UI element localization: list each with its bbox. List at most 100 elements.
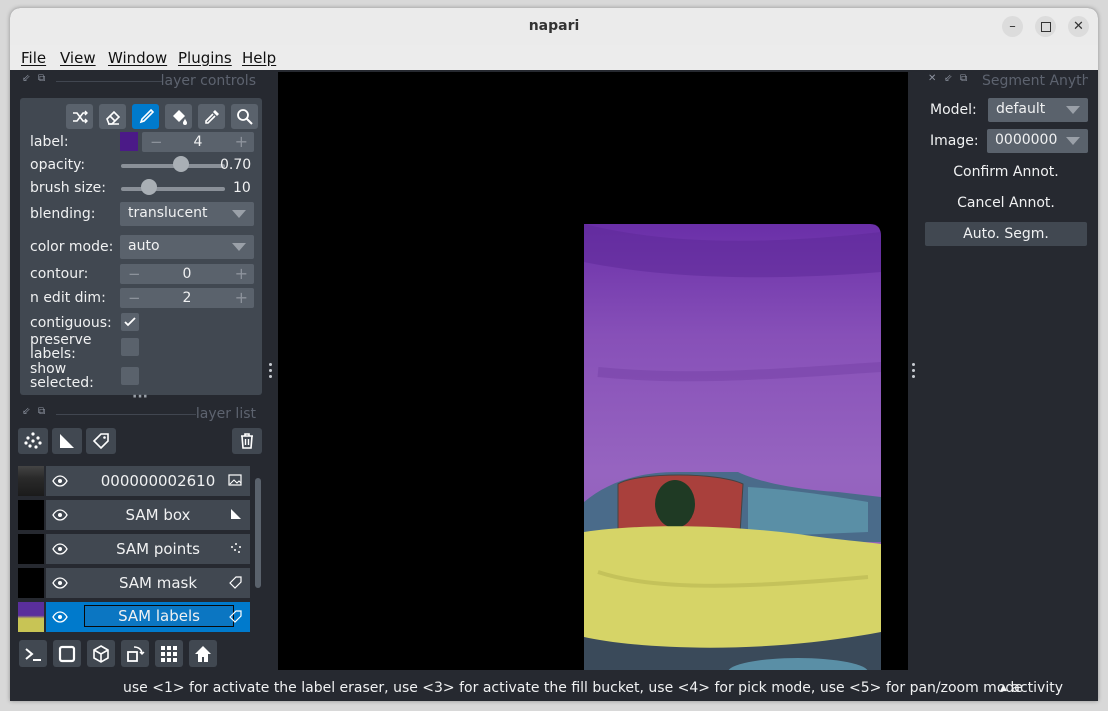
image-value: 0000000 [995, 132, 1058, 148]
image-icon [228, 474, 242, 486]
eye-icon[interactable] [52, 508, 68, 522]
blending-select[interactable]: translucent [120, 202, 254, 226]
color-mode-select[interactable]: auto [120, 235, 254, 259]
status-help-text: use <1> for activate the label eraser, u… [123, 680, 1023, 696]
cancel-annotation-button[interactable]: Cancel Annot. [925, 191, 1087, 215]
chevron-down-icon [232, 243, 246, 251]
brush-size-slider-handle[interactable] [141, 179, 157, 195]
contiguous-checkbox[interactable] [121, 313, 139, 331]
roll-dimensions-button[interactable] [121, 640, 149, 667]
layer-thumbnail [18, 568, 44, 598]
new-points-layer-button[interactable] [18, 428, 48, 454]
layer-row-sam-labels[interactable]: SAM labels [18, 602, 250, 632]
close-icon[interactable]: ✕ [928, 73, 936, 84]
ndisplay-toggle-button[interactable] [87, 640, 115, 667]
layer-thumbnail [18, 534, 44, 564]
activity-label: activity [1011, 680, 1063, 696]
right-splitter-handle[interactable] [912, 363, 916, 378]
layer-thumbnail [18, 466, 44, 496]
console-button[interactable] [19, 640, 47, 667]
layer-controls-header: ⇙ ⧉ layer controls [20, 73, 260, 89]
eye-icon[interactable] [52, 542, 68, 556]
square-toggle-button[interactable] [53, 640, 81, 667]
eye-icon[interactable] [52, 576, 68, 590]
layer-row-sam-points[interactable]: SAM points [18, 534, 250, 564]
segmented-image [584, 224, 881, 670]
viewer-canvas[interactable] [278, 72, 908, 670]
menu-window[interactable]: Window [108, 49, 167, 67]
layer-name: SAM mask [118, 574, 198, 592]
image-select[interactable]: 0000000 [987, 129, 1088, 153]
close-button[interactable]: ✕ [1068, 16, 1089, 37]
status-bar: use <1> for activate the label eraser, u… [10, 678, 1098, 701]
grid-view-button[interactable] [155, 640, 183, 667]
new-labels-layer-button[interactable] [86, 428, 116, 454]
menu-bar: File View Window Plugins Help [10, 45, 1098, 70]
contour-label: contour: [30, 266, 89, 282]
chevron-down-icon [1066, 106, 1080, 114]
console-icon [25, 647, 41, 661]
activity-button[interactable]: ▲ activity [1000, 680, 1063, 696]
fill-bucket-button[interactable] [165, 104, 192, 129]
float-icon[interactable]: ⇙ [22, 73, 30, 84]
maximize-button[interactable] [1035, 16, 1056, 37]
layer-row-sam-box[interactable]: SAM box [18, 500, 250, 530]
label-spinbox[interactable]: −4 + [142, 132, 254, 152]
menu-file[interactable]: File [21, 49, 46, 67]
brush-size-slider[interactable] [121, 187, 225, 191]
model-label: Model: [930, 102, 977, 118]
eraser-button[interactable] [99, 104, 126, 129]
labels-icon [229, 610, 242, 623]
auto-segmentation-button[interactable]: Auto. Segm. [925, 222, 1087, 246]
splitter-handle[interactable]: ··· [132, 390, 148, 404]
shuffle-button[interactable] [66, 104, 93, 129]
labels-icon [229, 576, 242, 589]
undock-icon[interactable]: ⧉ [960, 73, 967, 84]
opacity-slider-handle[interactable] [173, 156, 189, 172]
brush-size-label: brush size: [30, 180, 106, 196]
float-icon[interactable]: ⇙ [22, 406, 30, 417]
menu-help[interactable]: Help [242, 49, 276, 67]
eye-icon[interactable] [52, 610, 68, 624]
color-mode-label: color mode: [30, 239, 114, 255]
roll-icon [127, 645, 145, 662]
left-splitter-handle[interactable] [269, 363, 273, 378]
layer-row-sam-mask[interactable]: SAM mask [18, 568, 250, 598]
eraser-icon [105, 110, 120, 125]
show-selected-label: show selected: [30, 362, 94, 389]
layer-name: SAM box [125, 506, 191, 524]
preserve-labels-label: preserve labels: [30, 333, 92, 360]
zoom-button[interactable] [231, 104, 258, 129]
preserve-labels-checkbox[interactable] [121, 338, 139, 356]
home-button[interactable] [189, 640, 217, 667]
layer-name[interactable]: SAM labels [84, 605, 234, 627]
new-shapes-layer-button[interactable] [52, 428, 82, 454]
menu-view[interactable]: View [60, 49, 96, 67]
undock-icon[interactable]: ⧉ [38, 73, 45, 84]
minimize-button[interactable]: – [1002, 16, 1023, 37]
blending-label: blending: [30, 206, 96, 222]
chevron-up-icon: ▲ [1000, 683, 1007, 693]
eye-icon[interactable] [52, 474, 68, 488]
cube-icon [93, 644, 109, 663]
color-picker-button[interactable] [198, 104, 225, 129]
tag-icon [92, 433, 109, 450]
layer-list-scrollbar[interactable] [254, 466, 262, 630]
menu-plugins[interactable]: Plugins [178, 49, 232, 67]
layer-list-title: layer list [195, 406, 256, 422]
layer-row-image[interactable]: 000000002610 [18, 466, 250, 496]
confirm-annotation-button[interactable]: Confirm Annot. [925, 160, 1087, 184]
napari-window: napari – ✕ File View Window Plugins Help… [10, 8, 1098, 701]
model-select[interactable]: default [988, 98, 1088, 122]
delete-layer-button[interactable] [232, 428, 262, 454]
undock-icon[interactable]: ⧉ [38, 406, 45, 417]
segment-anything-title: Segment Anything [982, 73, 1088, 89]
paint-brush-button[interactable] [132, 104, 159, 129]
n-edit-dim-spinbox[interactable]: −2 + [120, 288, 254, 308]
square-icon [58, 645, 76, 662]
grid-icon [161, 645, 177, 662]
float-icon[interactable]: ⇙ [944, 73, 952, 84]
show-selected-checkbox[interactable] [121, 367, 139, 385]
contour-spinbox[interactable]: −0 + [120, 264, 254, 284]
zoom-icon [236, 108, 253, 125]
